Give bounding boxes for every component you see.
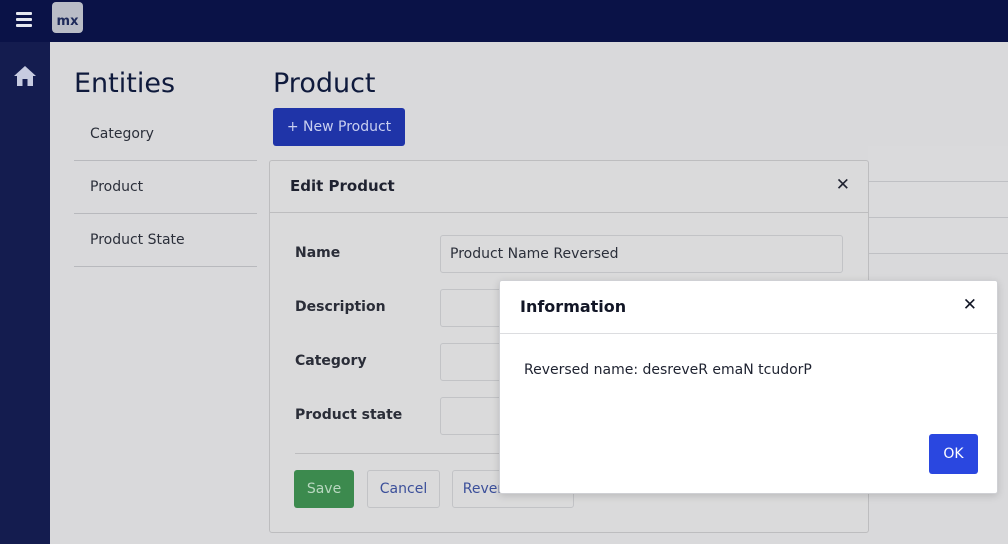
home-icon[interactable] bbox=[12, 64, 38, 88]
description-label: Description bbox=[295, 299, 386, 315]
background-table bbox=[868, 146, 1008, 254]
info-dialog-header: Information ✕ bbox=[500, 281, 997, 334]
form-row-name: Name Product Name Reversed bbox=[295, 235, 845, 273]
entity-item-product-state[interactable]: Product State bbox=[74, 214, 257, 267]
name-label: Name bbox=[295, 245, 341, 261]
information-dialog: Information ✕ Reversed name: desreveR em… bbox=[499, 280, 998, 494]
table-row bbox=[868, 146, 1008, 182]
entity-item-category[interactable]: Category bbox=[74, 108, 257, 161]
info-message: Reversed name: desreveR emaN tcudorP bbox=[524, 362, 812, 378]
close-icon[interactable]: ✕ bbox=[836, 175, 850, 195]
category-label: Category bbox=[295, 353, 367, 369]
cancel-button[interactable]: Cancel bbox=[367, 470, 440, 508]
top-bar: mx bbox=[0, 0, 1008, 42]
table-row bbox=[868, 218, 1008, 254]
new-product-button[interactable]: + New Product bbox=[273, 108, 405, 146]
save-button[interactable]: Save bbox=[294, 470, 354, 508]
close-icon[interactable]: ✕ bbox=[963, 295, 977, 315]
entity-list: Category Product Product State bbox=[74, 108, 257, 267]
edit-modal-header: Edit Product ✕ bbox=[270, 161, 868, 213]
hamburger-menu-icon[interactable] bbox=[14, 9, 36, 31]
name-input[interactable]: Product Name Reversed bbox=[440, 235, 843, 273]
entities-heading: Entities bbox=[74, 68, 176, 99]
ok-button[interactable]: OK bbox=[929, 434, 978, 474]
table-row bbox=[868, 182, 1008, 218]
entity-item-product[interactable]: Product bbox=[74, 161, 257, 214]
page-title: Product bbox=[273, 68, 376, 99]
product-state-label: Product state bbox=[295, 407, 403, 423]
side-navigation bbox=[0, 42, 50, 544]
app-logo[interactable]: mx bbox=[52, 2, 83, 33]
edit-modal-title: Edit Product bbox=[290, 177, 395, 195]
info-dialog-title: Information bbox=[520, 297, 627, 316]
